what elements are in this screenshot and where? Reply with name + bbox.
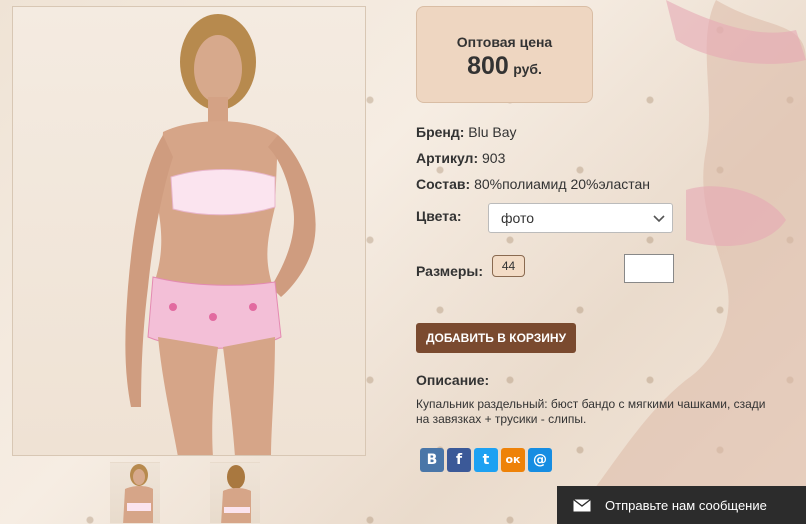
- mail-icon[interactable]: @: [528, 448, 552, 472]
- background-model-image: [566, 0, 806, 524]
- description-title: Описание:: [416, 372, 490, 388]
- size-option-44[interactable]: 44: [492, 255, 525, 277]
- article-value: 903: [482, 150, 506, 166]
- colors-label: Цвета:: [416, 208, 462, 224]
- sizes-label: Размеры:: [416, 263, 484, 279]
- brand-row: Бренд: Blu Bay: [416, 124, 517, 140]
- article-label: Артикул:: [416, 150, 479, 166]
- odnoklassniki-icon[interactable]: ок: [501, 448, 525, 472]
- send-message-label: Отправьте нам сообщение: [605, 497, 767, 513]
- brand-value: Blu Bay: [468, 124, 517, 140]
- price-value: 800: [467, 52, 509, 80]
- composition-label: Состав:: [416, 176, 471, 192]
- send-message-bar[interactable]: Отправьте нам сообщение: [557, 486, 806, 524]
- composition-row: Состав: 80%полиамид 20%эластан: [416, 176, 650, 192]
- thumbnail-back[interactable]: [210, 462, 260, 524]
- envelope-icon: [573, 498, 591, 511]
- product-main-photo[interactable]: [12, 6, 366, 456]
- thumbnail-strip: [110, 462, 260, 524]
- sizes-label-wrap: Размеры:: [416, 263, 483, 279]
- mannequin-image: [125, 14, 316, 455]
- description-text: Купальник раздельный: бюст бандо с мягки…: [416, 397, 766, 426]
- color-select-value: фото: [501, 210, 535, 226]
- twitter-icon[interactable]: t: [474, 448, 498, 472]
- add-to-cart-button[interactable]: ДОБАВИТЬ В КОРЗИНУ: [416, 323, 576, 353]
- article-row: Артикул: 903: [416, 150, 505, 166]
- chevron-down-icon: [653, 215, 665, 223]
- social-share-bar: В f t ок @: [420, 448, 552, 472]
- price-unit: руб.: [513, 61, 542, 77]
- price-label: Оптовая цена: [456, 34, 553, 50]
- color-select[interactable]: фото: [488, 203, 673, 233]
- price-box: Оптовая цена 800 руб.: [416, 6, 593, 103]
- colors-label-wrap: Цвета:: [416, 208, 462, 224]
- facebook-icon[interactable]: f: [447, 448, 471, 472]
- brand-label: Бренд:: [416, 124, 465, 140]
- price-row: 800 руб.: [417, 52, 592, 81]
- thumbnail-front[interactable]: [110, 462, 160, 524]
- vk-icon[interactable]: В: [420, 448, 444, 472]
- quantity-input[interactable]: [624, 254, 674, 283]
- composition-value: 80%полиамид 20%эластан: [474, 176, 651, 192]
